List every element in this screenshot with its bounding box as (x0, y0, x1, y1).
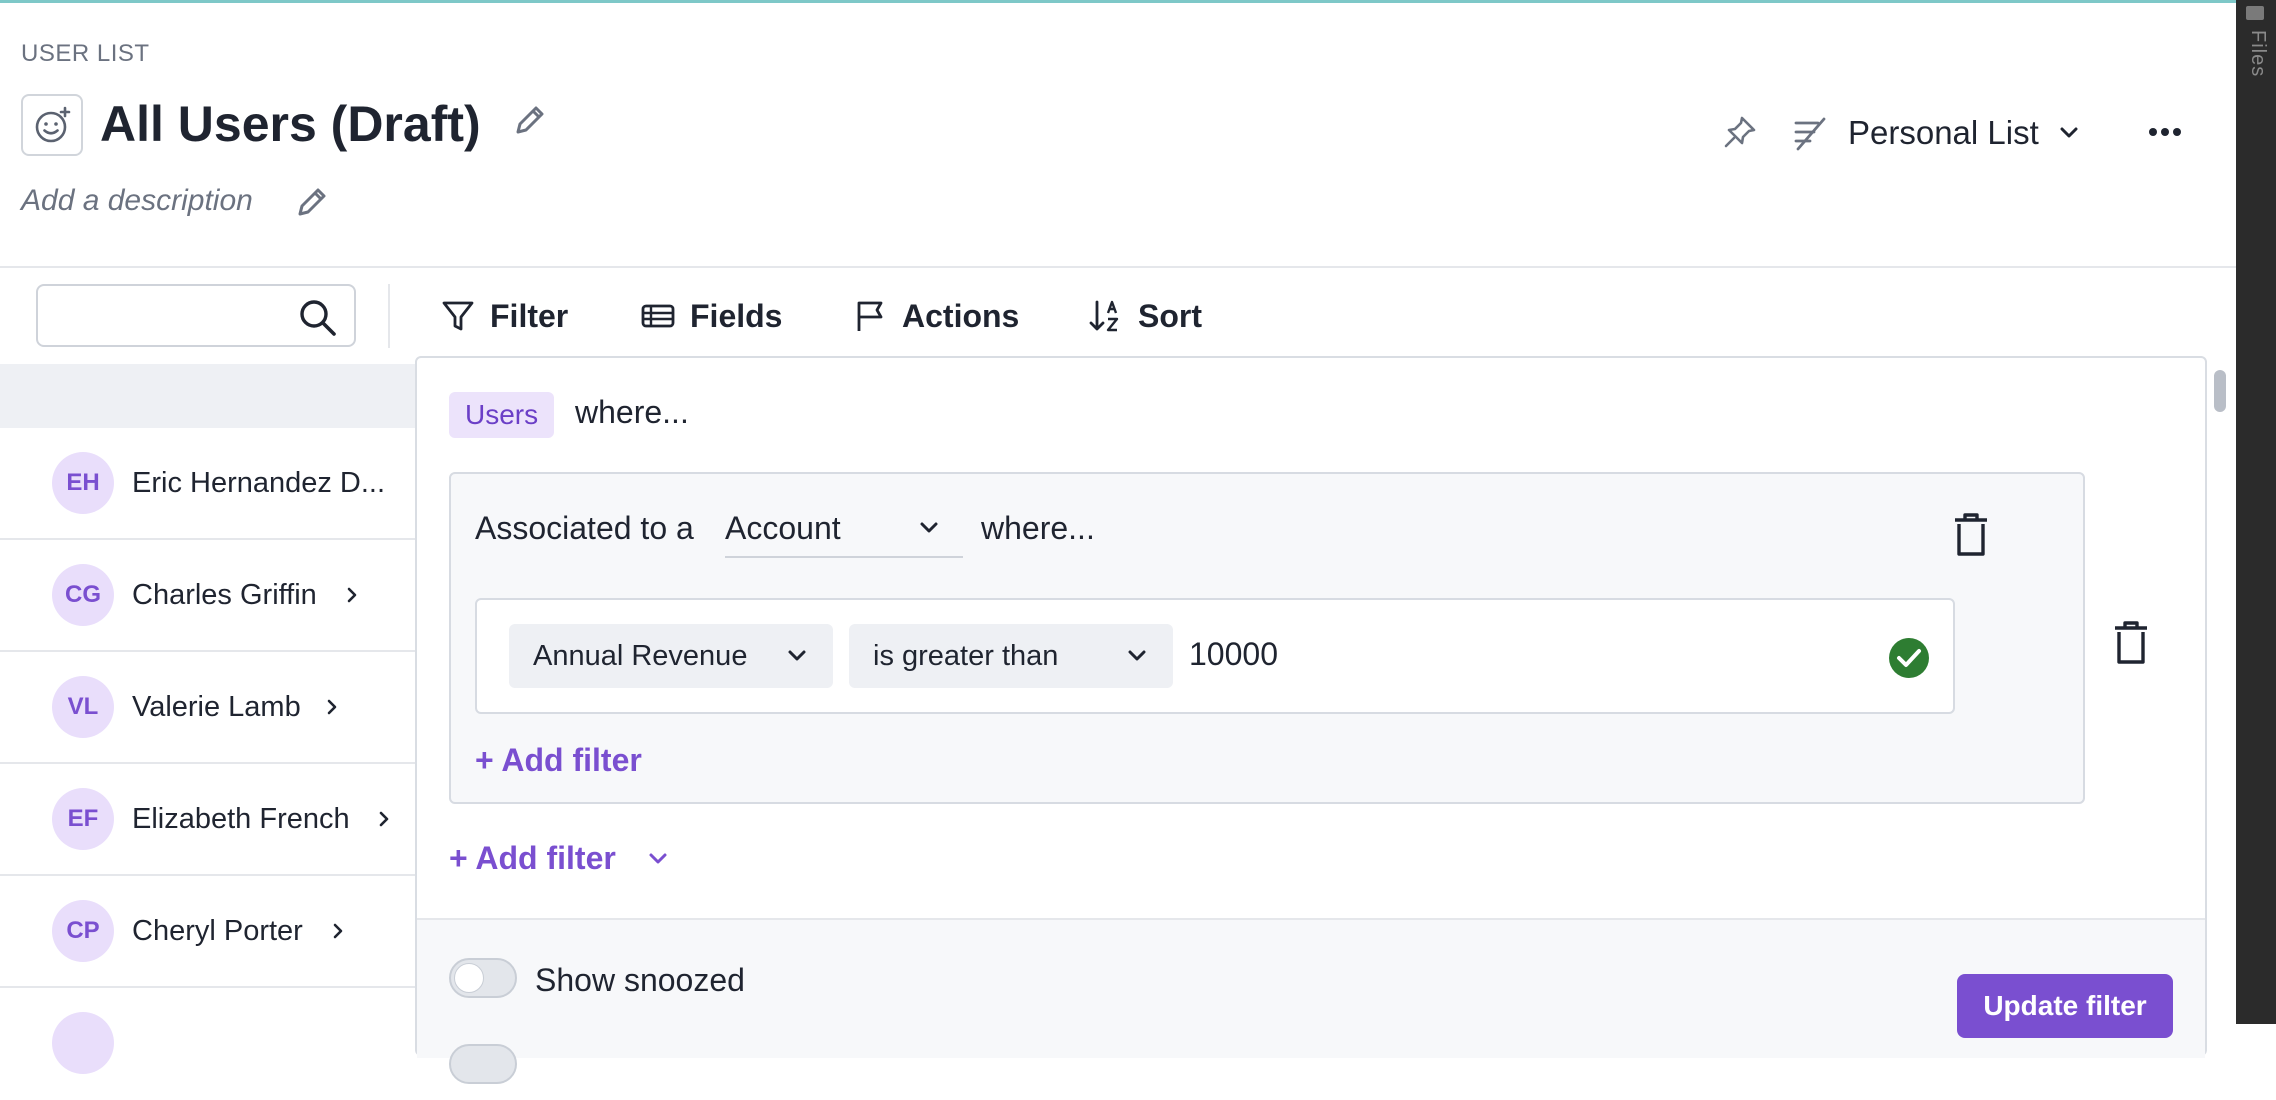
fields-button[interactable]: Fields (640, 290, 782, 342)
association-where-label: where... (981, 510, 1095, 546)
toolbar-divider (388, 284, 390, 348)
actions-button[interactable]: Actions (852, 290, 1019, 342)
toggle-knob (454, 963, 484, 993)
scrollbar-thumb[interactable] (2214, 370, 2226, 412)
user-name: Charles Griffin (132, 578, 317, 611)
more-options-button[interactable] (2142, 112, 2188, 152)
avatar: CG (52, 564, 114, 626)
avatar: CP (52, 900, 114, 962)
association-object-select[interactable]: Account (725, 500, 963, 558)
folder-icon (2246, 6, 2264, 20)
field-select[interactable]: Annual Revenue (509, 624, 833, 688)
chevron-down-icon (649, 853, 667, 863)
fields-icon (641, 304, 675, 328)
association-object-value: Account (725, 509, 841, 546)
list-item[interactable]: CP Cheryl Porter (0, 876, 416, 988)
entity-chip: Users (449, 392, 555, 438)
chevron-down-icon (920, 522, 938, 533)
list-icon-button[interactable] (21, 94, 83, 156)
sort-label: Sort (1138, 297, 1202, 334)
filter-panel-footer: Show snoozed Update filter (417, 918, 2205, 1084)
filter-icon (442, 301, 474, 331)
smiley-add-icon (35, 106, 71, 143)
list-item[interactable]: CG Charles Griffin (0, 540, 416, 652)
list-item[interactable]: VL Valerie Lamb (0, 652, 416, 764)
operator-select[interactable]: is greater than (849, 624, 1173, 688)
check-circle-icon (1889, 638, 1929, 678)
sort-button[interactable]: Sort (1088, 290, 1202, 342)
header-divider (0, 266, 2236, 268)
trash-icon[interactable] (2111, 620, 2151, 666)
filter-panel: Users where... Associated to a Account w… (415, 356, 2207, 1084)
avatar: VL (52, 676, 114, 738)
edit-title-button[interactable] (510, 100, 550, 140)
avatar: EF (52, 788, 114, 850)
filter-label: Filter (490, 297, 569, 334)
show-snoozed-label: Show snoozed (535, 962, 745, 998)
app-window: USER LIST All Users (Draft) Add a descri… (0, 0, 2236, 1084)
list-item[interactable]: EH Eric Hernandez D... (0, 428, 416, 540)
add-filter-dropdown[interactable]: + Add filter (449, 840, 670, 877)
list-item[interactable] (0, 988, 416, 1100)
pencil-icon (516, 106, 544, 134)
fields-label: Fields (690, 297, 783, 334)
trash-icon[interactable] (1951, 512, 1991, 558)
operator-select-value: is greater than (873, 639, 1059, 672)
files-tab-label: Files (2247, 30, 2269, 78)
flag-icon (857, 301, 883, 331)
chevron-down-icon (1128, 650, 1146, 661)
where-label: where... (575, 394, 689, 430)
user-name: Valerie Lamb (132, 690, 301, 723)
add-nested-filter-button[interactable]: + Add filter (475, 742, 642, 779)
pin-icon (1724, 116, 1756, 148)
user-name: Elizabeth French (132, 802, 350, 835)
files-side-panel[interactable]: Files (2236, 0, 2276, 1024)
breadcrumb: USER LIST (21, 40, 150, 67)
show-snoozed-toggle[interactable] (449, 958, 517, 998)
edit-description-button[interactable] (292, 182, 332, 222)
update-filter-button[interactable]: Update filter (1957, 974, 2173, 1038)
user-name: Cheryl Porter (132, 914, 303, 947)
user-name: Eric Hernandez D... (132, 466, 386, 499)
sort-az-icon (1089, 300, 1119, 332)
chevron-right-icon[interactable] (328, 921, 348, 941)
search-input[interactable] (50, 296, 300, 336)
chevron-right-icon[interactable] (322, 697, 342, 717)
chevron-right-icon[interactable] (342, 585, 362, 605)
field-select-value: Annual Revenue (533, 639, 748, 672)
avatar: EH (52, 452, 114, 514)
condition-value-input[interactable]: 10000 (1189, 636, 1278, 673)
pencil-icon (298, 188, 326, 216)
list-visibility-icon (1794, 117, 1826, 151)
list-type-label: Personal List (1848, 114, 2039, 151)
chevron-down-icon (2060, 127, 2078, 138)
filter-button[interactable]: Filter (440, 290, 568, 342)
association-filter-group: Associated to a Account where... Annual … (449, 472, 2085, 804)
description-placeholder[interactable]: Add a description (21, 184, 253, 218)
add-filter-label: + Add filter (449, 840, 616, 876)
list-item[interactable]: EF Elizabeth French (0, 764, 416, 876)
avatar (52, 1012, 114, 1074)
list-header (0, 364, 416, 428)
secondary-toggle[interactable] (449, 1044, 517, 1084)
association-prefix: Associated to a (475, 510, 694, 546)
search-icon[interactable] (296, 296, 340, 340)
actions-label: Actions (902, 297, 1020, 334)
pin-button[interactable] (1720, 112, 1760, 152)
top-accent-bar (0, 0, 2236, 3)
page-title: All Users (Draft) (100, 96, 481, 152)
chevron-down-icon (788, 650, 806, 661)
filter-condition-row: Annual Revenue is greater than 10000 (475, 598, 1955, 714)
list-type-dropdown[interactable]: Personal List (1790, 110, 2081, 156)
search-box[interactable] (36, 284, 356, 347)
chevron-right-icon[interactable] (374, 809, 394, 829)
more-horizontal-icon (2149, 128, 2181, 136)
